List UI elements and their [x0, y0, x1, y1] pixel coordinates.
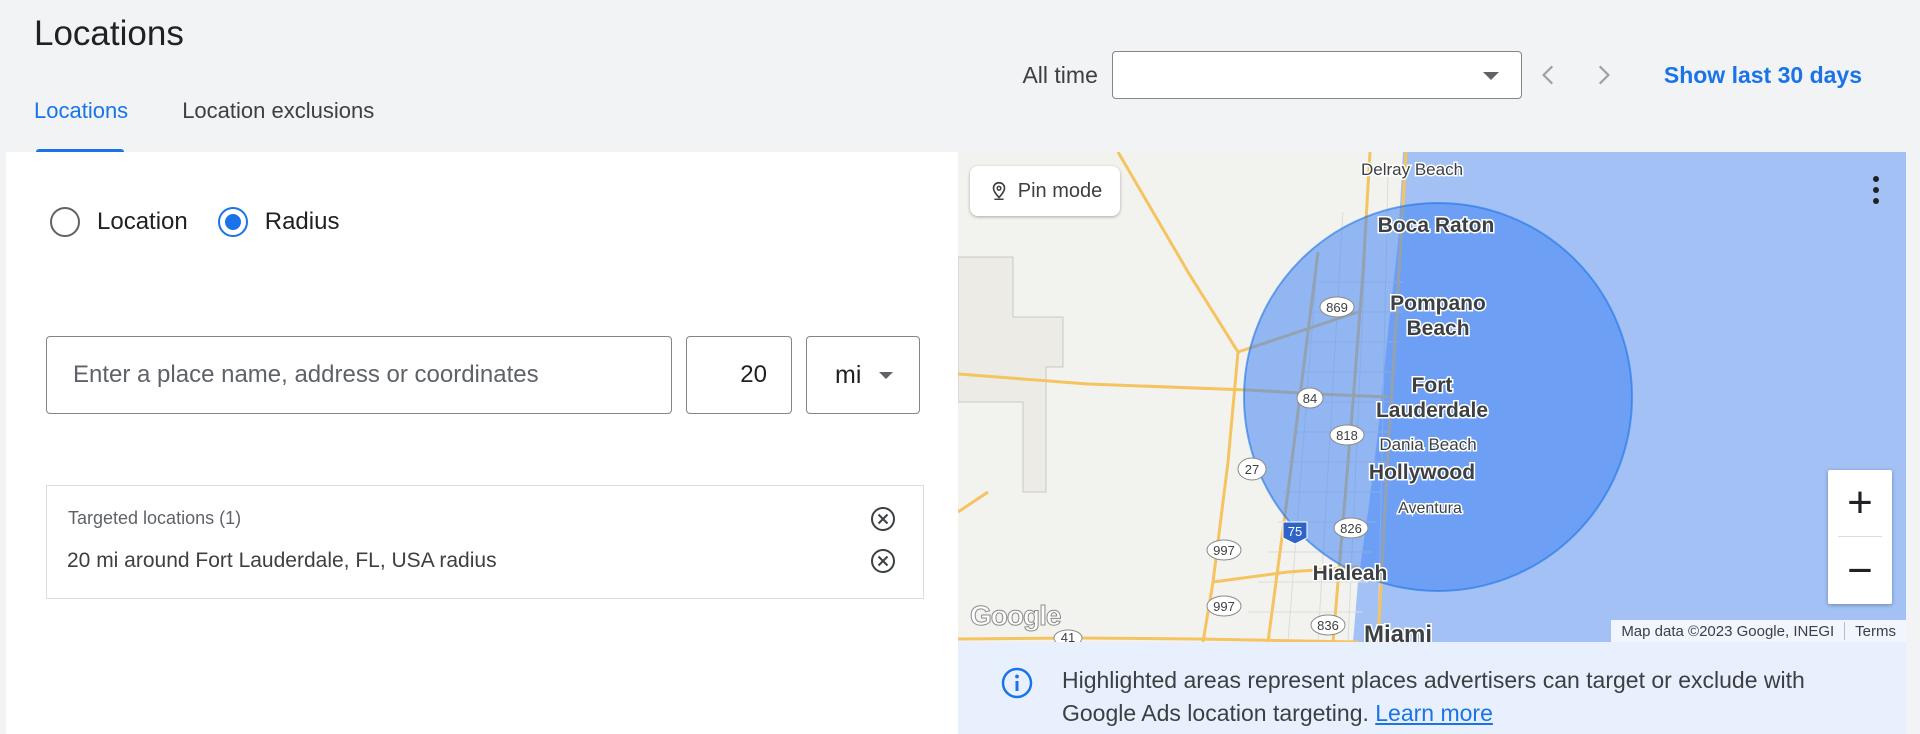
map-label-boca-raton: Boca Raton — [1378, 214, 1495, 237]
targeted-location-item: 20 mi around Fort Lauderdale, FL, USA ra… — [67, 549, 497, 572]
pin-mode-label: Pin mode — [1017, 179, 1103, 202]
svg-text:41: 41 — [1061, 630, 1075, 642]
route-shield: 869 — [1319, 296, 1355, 318]
route-shield: 826 — [1333, 517, 1369, 539]
page-gutter — [1906, 152, 1920, 734]
dropdown-caret-icon — [879, 372, 893, 379]
date-range-select[interactable] — [1111, 51, 1522, 99]
radio-checked-icon — [217, 207, 248, 237]
info-icon — [1001, 667, 1033, 699]
map-label-pompano: Pompano — [1390, 292, 1486, 315]
radius-unit-value: mi — [835, 360, 862, 389]
clear-all-button[interactable] — [869, 505, 897, 533]
more-options-button[interactable] — [1866, 172, 1886, 208]
map-label-lauderdale: Lauderdale — [1376, 399, 1488, 422]
map-label-dania-beach: Dania Beach — [1379, 435, 1476, 454]
route-shield: 27 — [1237, 457, 1267, 481]
route-shield: 836 — [1310, 614, 1346, 636]
targeted-locations-header: Targeted locations (1) — [68, 508, 242, 528]
learn-more-link[interactable]: Learn more — [1375, 700, 1493, 726]
map-label-aventura: Aventura — [1398, 500, 1462, 517]
terms-link[interactable]: Terms — [1845, 623, 1906, 640]
tab-locations[interactable]: Locations — [34, 96, 128, 152]
radio-location-label: Location — [97, 208, 188, 235]
map-canvas[interactable]: 869 84 818 27 75 826 997 997 836 41 Delr… — [958, 152, 1906, 642]
targeting-type-radio-group: Location Radius — [50, 207, 369, 237]
radio-radius-label: Radius — [264, 208, 340, 235]
route-shield: 997 — [1206, 595, 1242, 617]
targeting-panel: Location Radius mi Targeted locations (1… — [6, 152, 958, 734]
info-banner-text: Highlighted areas represent places adver… — [1062, 664, 1862, 730]
route-shield: 818 — [1329, 424, 1365, 446]
page-title: Locations — [34, 14, 184, 53]
zoom-divider — [1838, 536, 1882, 537]
tab-bar: Locations Location exclusions — [34, 96, 374, 152]
info-banner: Highlighted areas represent places adver… — [958, 642, 1906, 734]
svg-text:826: 826 — [1340, 521, 1362, 536]
svg-text:75: 75 — [1288, 524, 1302, 539]
route-shield: 84 — [1296, 387, 1324, 409]
date-toolbar: All time Show last 30 days — [1022, 48, 1920, 102]
map-attribution: Map data ©2023 Google, INEGI Terms — [1611, 620, 1906, 642]
svg-text:818: 818 — [1336, 428, 1358, 443]
show-last-30-days-link[interactable]: Show last 30 days — [1664, 62, 1862, 89]
map-view[interactable]: 869 84 818 27 75 826 997 997 836 41 Delr… — [958, 152, 1906, 642]
svg-text:997: 997 — [1213, 599, 1235, 614]
remove-location-button[interactable] — [869, 547, 897, 575]
map-pin-icon — [992, 181, 1006, 200]
svg-text:27: 27 — [1245, 462, 1259, 477]
radio-unchecked-icon — [50, 207, 80, 237]
next-period-button[interactable] — [1576, 51, 1630, 99]
tab-location-exclusions[interactable]: Location exclusions — [182, 96, 374, 152]
radius-input-row: mi — [46, 336, 920, 414]
svg-text:869: 869 — [1326, 300, 1348, 315]
svg-text:997: 997 — [1213, 543, 1235, 558]
close-circle-icon — [871, 507, 895, 531]
map-label-miami: Miami — [1364, 621, 1432, 642]
pin-mode-button[interactable]: Pin mode — [970, 166, 1120, 216]
radio-location[interactable]: Location — [50, 207, 188, 237]
map-data-credit: Map data ©2023 Google, INEGI — [1621, 622, 1835, 640]
map-label-fort: Fort — [1412, 374, 1453, 397]
map-label-hialeah: Hialeah — [1313, 562, 1388, 585]
svg-text:84: 84 — [1303, 391, 1317, 406]
date-range-value — [1134, 67, 1455, 85]
zoom-in-button[interactable]: + — [1828, 470, 1892, 536]
google-logo: Google — [969, 600, 1061, 632]
map-label-pompano-beach: Beach — [1406, 317, 1469, 340]
close-circle-icon — [871, 549, 895, 573]
map-label-hollywood: Hollywood — [1369, 461, 1475, 484]
dropdown-caret-icon — [1482, 72, 1499, 80]
radius-unit-select[interactable]: mi — [806, 336, 920, 414]
date-range-label: All time — [1022, 61, 1098, 88]
radius-value-input[interactable] — [686, 336, 792, 414]
zoom-control: + − — [1828, 470, 1892, 604]
more-vert-icon — [1873, 176, 1879, 204]
route-shield: 997 — [1206, 539, 1242, 561]
svg-text:836: 836 — [1317, 618, 1339, 633]
chevron-left-icon — [1541, 65, 1553, 85]
map-label-delray-beach: Delray Beach — [1361, 160, 1463, 179]
radio-radius[interactable]: Radius — [217, 207, 340, 237]
zoom-out-button[interactable]: − — [1828, 538, 1892, 604]
place-search-input[interactable] — [46, 336, 672, 414]
targeted-locations-box: Targeted locations (1) 20 mi around Fort… — [46, 485, 924, 599]
previous-period-button[interactable] — [1522, 51, 1576, 99]
chevron-right-icon — [1598, 65, 1610, 85]
